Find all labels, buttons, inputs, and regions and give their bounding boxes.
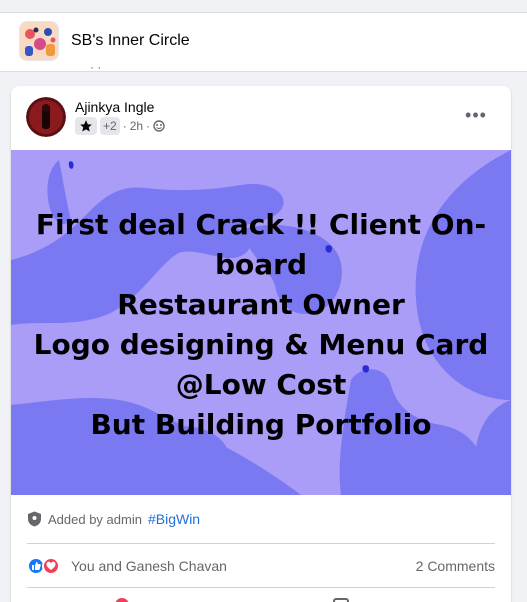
group-avatar[interactable] xyxy=(19,21,59,61)
post-image-line: First deal Crack !! Client On- xyxy=(35,208,487,241)
meta-separator: · xyxy=(122,119,127,133)
post-image-line: Logo designing & Menu Card xyxy=(33,328,489,361)
group-name[interactable]: SB's Inner Circle xyxy=(71,32,190,50)
globe-icon xyxy=(153,120,165,132)
action-love-icon-peek[interactable] xyxy=(115,598,129,602)
love-icon xyxy=(42,557,60,575)
hidden-post-peek: · · xyxy=(90,62,102,72)
action-comment-icon-peek[interactable] xyxy=(333,598,349,602)
post-image[interactable]: First deal Crack !! Client On- board Res… xyxy=(11,150,511,495)
hashtag-link[interactable]: #BigWin xyxy=(148,511,200,527)
author-photo xyxy=(26,97,66,137)
post-image-text: First deal Crack !! Client On- board Res… xyxy=(11,205,511,445)
post-time[interactable]: 2h xyxy=(130,119,143,133)
added-by-row: Added by admin #BigWin xyxy=(27,509,200,529)
post-image-line: Restaurant Owner xyxy=(117,288,405,321)
reactions-row: You and Ganesh Chavan 2 Comments xyxy=(27,554,495,578)
badge-count[interactable]: +2 xyxy=(100,117,120,135)
divider xyxy=(27,543,495,544)
post-card: Ajinkya Ingle +2 · 2h · ••• First deal C… xyxy=(11,86,511,602)
more-icon[interactable]: ••• xyxy=(461,104,491,126)
post-image-line: @Low Cost xyxy=(175,368,347,401)
divider xyxy=(27,587,495,588)
post-image-line: board xyxy=(214,248,308,281)
group-header: SB's Inner Circle xyxy=(0,12,527,72)
post-image-line: But Building Portfolio xyxy=(90,408,432,441)
added-by-label: Added by admin xyxy=(48,511,142,527)
reactions-names[interactable]: You and Ganesh Chavan xyxy=(71,558,227,574)
post-meta: +2 · 2h · xyxy=(75,117,165,135)
comments-count[interactable]: 2 Comments xyxy=(416,558,495,574)
author-name[interactable]: Ajinkya Ingle xyxy=(75,99,154,115)
reaction-icons[interactable] xyxy=(27,556,67,576)
meta-separator: · xyxy=(146,119,151,133)
group-avatar-illustration xyxy=(20,22,58,60)
shield-icon xyxy=(27,511,42,527)
author-avatar[interactable] xyxy=(26,97,66,137)
star-icon[interactable] xyxy=(75,117,97,135)
